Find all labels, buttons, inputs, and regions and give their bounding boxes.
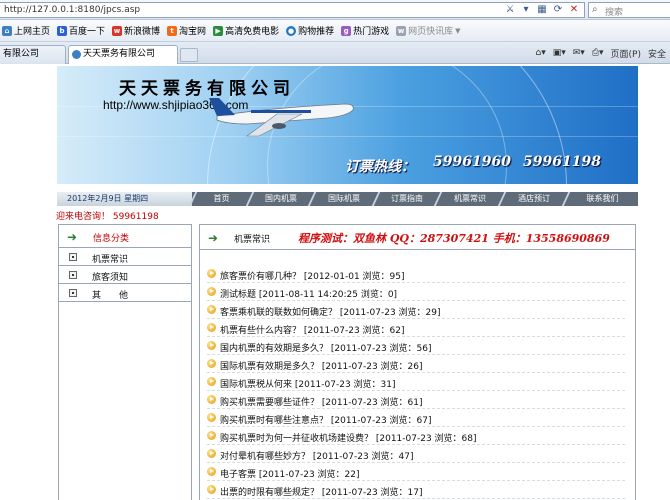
- search-icon: ⌕: [592, 4, 598, 15]
- list-item[interactable]: 国际机票有效期是多久？ [2011-07-23 浏览：26]: [207, 355, 625, 373]
- panel-title: 机票常识: [234, 235, 271, 245]
- play-bullet-icon: [207, 395, 216, 404]
- play-bullet-icon: [207, 323, 216, 332]
- address-bar[interactable]: http://127.0.0.1:8180/jpcs.asp ⚔ ▾ ▦ ⟳ ✕: [0, 2, 585, 18]
- browser-toolbar: http://127.0.0.1:8180/jpcs.asp ⚔ ▾ ▦ ⟳ ✕…: [0, 0, 670, 20]
- baidu-icon: b: [57, 25, 68, 36]
- feeds-icon[interactable]: ▣▾: [553, 48, 566, 58]
- list-item[interactable]: 客票乘机联的联数如何确定？ [2011-07-23 浏览：29]: [207, 301, 625, 319]
- fav-shopping[interactable]: ● 购物推荐: [286, 24, 334, 37]
- favorites-bar: ⌂ 上网主页 b 百度一下 w 新浪微博 t 淘宝网 ▶ 高清免费电影 ● 购物推荐 g 热门…: [0, 20, 670, 42]
- fav-weibo[interactable]: w 新浪微博: [112, 24, 160, 37]
- bullet-icon: [69, 253, 77, 261]
- list-item[interactable]: 机票有些什么内容？ [2011-07-23 浏览：62]: [207, 319, 625, 337]
- rss-icon[interactable]: ▦: [536, 4, 548, 16]
- fav-baidu[interactable]: b 百度一下: [57, 24, 105, 37]
- sidebar-item-notice[interactable]: 旅客须知: [59, 267, 191, 284]
- play-bullet-icon: [207, 431, 216, 440]
- scrolling-notice: 迎来电咨询！ 59961198: [56, 212, 159, 222]
- fav-movies[interactable]: ▶ 高清免费电影: [213, 24, 279, 37]
- play-bullet-icon: [207, 467, 216, 476]
- new-tab-button[interactable]: [180, 48, 198, 62]
- list-item[interactable]: 电子客票 [2011-07-23 浏览：22]: [207, 463, 625, 481]
- refresh-icon[interactable]: ⟳: [552, 4, 564, 16]
- print-icon[interactable]: ⎙▾: [592, 48, 604, 58]
- category-sidebar: ➜ 信息分类 机票常识 旅客须知 其 他: [58, 224, 192, 500]
- address-text[interactable]: http://127.0.0.1:8180/jpcs.asp: [4, 5, 140, 15]
- list-item[interactable]: 购买机票需要哪些证件？ [2011-07-23 浏览：61]: [207, 391, 625, 409]
- hotline-number: 59961960: [433, 154, 511, 170]
- sidebar-header: ➜ 信息分类: [59, 225, 191, 248]
- compat-view-icon[interactable]: ⚔: [504, 4, 516, 16]
- hotline-label: 订票热线：: [345, 159, 415, 175]
- bullet-icon: [69, 271, 77, 279]
- play-bullet-icon: [207, 485, 216, 494]
- page-icon: [72, 50, 81, 59]
- play-bullet-icon: [207, 287, 216, 296]
- game-icon: g: [341, 25, 352, 36]
- list-item[interactable]: 国际机票税从何来 [2011-07-23 浏览：31]: [207, 373, 625, 391]
- safety-menu[interactable]: 安全: [648, 47, 666, 60]
- globe-icon: ●: [286, 25, 297, 36]
- search-box[interactable]: ⌕ 搜索: [588, 2, 670, 18]
- fav-webslice[interactable]: w 网页快讯库 ▼: [396, 24, 461, 37]
- arrow-right-icon: ➜: [67, 230, 78, 244]
- site-banner: 天天票务有限公司 http://www.shjipiao365.com 订票热线…: [57, 66, 638, 184]
- fav-taobao[interactable]: t 淘宝网: [167, 24, 206, 37]
- chevron-down-icon: ▼: [455, 26, 461, 35]
- play-bullet-icon: [207, 359, 216, 368]
- home-icon: ⌂: [2, 25, 12, 36]
- list-item[interactable]: 购买机票时有哪些注意点？ [2011-07-23 浏览：67]: [207, 409, 625, 427]
- list-item[interactable]: 国内机票的有效期是多久？ [2011-07-23 浏览：56]: [207, 337, 625, 355]
- play-bullet-icon: [207, 341, 216, 350]
- list-item[interactable]: 购买机票时为何一并征收机场建设费？ [2011-07-23 浏览：68]: [207, 427, 625, 445]
- play-bullet-icon: [207, 305, 216, 314]
- search-placeholder: 搜索: [605, 8, 624, 18]
- sidebar-title: 信息分类: [93, 234, 130, 244]
- hotline-number: 59961198: [523, 154, 601, 170]
- fav-games[interactable]: g 热门游戏: [341, 24, 389, 37]
- nav-domestic[interactable]: 国内机票: [251, 192, 311, 206]
- tab-strip: 有限公司 天天票务有限公司 ⌂▾ ▣▾ ✉▾ ⎙▾ 页面(P) 安全: [0, 42, 670, 64]
- current-date: 2012年2月9日 星期四: [57, 192, 192, 206]
- mail-icon[interactable]: ✉▾: [573, 48, 585, 58]
- movie-icon: ▶: [213, 25, 224, 36]
- taobao-icon: t: [167, 25, 178, 36]
- play-bullet-icon: [207, 269, 216, 278]
- tab-active[interactable]: 天天票务有限公司: [68, 45, 178, 64]
- list-item[interactable]: 对付晕机有哪些妙方？ [2011-07-23 浏览：47]: [207, 445, 625, 463]
- home-icon[interactable]: ⌂▾: [535, 48, 545, 58]
- dropdown-icon[interactable]: ▾: [520, 4, 532, 16]
- list-item[interactable]: 旅客票价有哪几种？ [2012-01-01 浏览：95]: [207, 265, 625, 283]
- webslice-icon: w: [396, 25, 407, 36]
- nav-guide[interactable]: 订票指南: [377, 192, 437, 206]
- promo-text: 程序测试：双鱼林 QQ：287307421 手机：13558690869: [298, 232, 610, 245]
- news-list: 旅客票价有哪几种？ [2012-01-01 浏览：95] 测试标题 [2011-…: [200, 265, 635, 499]
- list-item[interactable]: 出票的时限有哪些规定？ [2011-07-23 浏览：17]: [207, 481, 625, 499]
- article-panel: ➜ 机票常识 程序测试：双鱼林 QQ：287307421 手机：13558690…: [199, 224, 636, 500]
- arrow-right-icon: ➜: [208, 231, 219, 245]
- list-item[interactable]: 测试标题 [2011-08-11 14:20:25 浏览：0]: [207, 283, 625, 301]
- sidebar-item-other[interactable]: 其 他: [59, 285, 191, 302]
- nav-international[interactable]: 国际机票: [313, 192, 375, 206]
- stop-icon[interactable]: ✕: [568, 4, 580, 16]
- panel-header: ➜ 机票常识 程序测试：双鱼林 QQ：287307421 手机：13558690…: [200, 225, 635, 250]
- weibo-icon: w: [112, 25, 123, 36]
- main-nav: 2012年2月9日 星期四 首页 国内机票 国际机票 订票指南 机票常识 酒店预…: [57, 192, 638, 206]
- nav-knowledge[interactable]: 机票常识: [439, 192, 501, 206]
- fav-home[interactable]: ⌂ 上网主页: [2, 24, 50, 37]
- sidebar-item-knowledge[interactable]: 机票常识: [59, 249, 191, 266]
- page-content: 天天票务有限公司 http://www.shjipiao365.com 订票热线…: [0, 64, 670, 500]
- bullet-icon: [69, 289, 77, 297]
- play-bullet-icon: [207, 413, 216, 422]
- page-menu[interactable]: 页面(P): [611, 47, 641, 60]
- tab-previous[interactable]: 有限公司: [0, 45, 66, 64]
- play-bullet-icon: [207, 449, 216, 458]
- nav-contact[interactable]: 联系我们: [567, 192, 638, 206]
- play-bullet-icon: [207, 377, 216, 386]
- airplane-icon: [209, 98, 354, 137]
- nav-home[interactable]: 首页: [194, 192, 249, 206]
- nav-hotel[interactable]: 酒店预订: [503, 192, 565, 206]
